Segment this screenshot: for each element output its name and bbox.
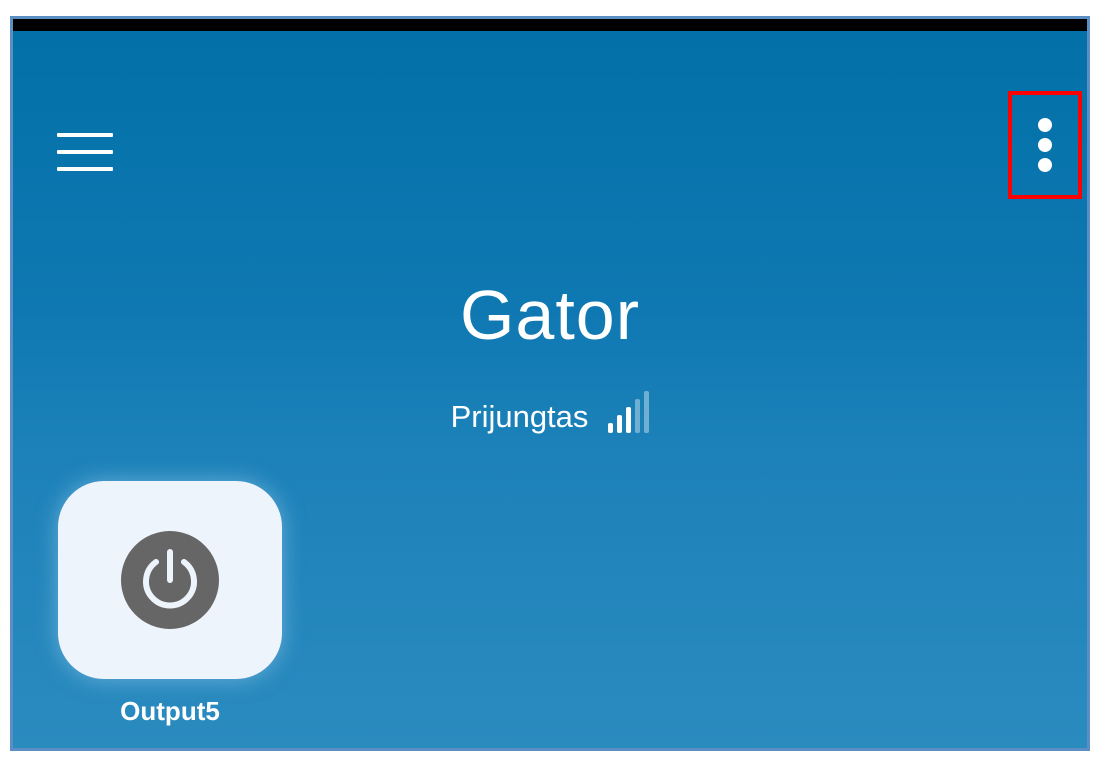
signal-strength-icon <box>608 391 650 437</box>
output-tile[interactable] <box>58 481 282 679</box>
menu-bar <box>57 167 113 171</box>
output-tile-label: Output5 <box>120 696 220 726</box>
menu-bar <box>57 133 113 137</box>
connection-status: Prijungtas <box>13 391 1087 437</box>
app-screen: Gator Prijungtas Output5 <box>10 16 1090 751</box>
hamburger-menu-icon[interactable] <box>55 129 115 175</box>
more-vertical-icon-dot <box>1038 118 1052 132</box>
more-vertical-icon-dot <box>1038 158 1052 172</box>
signal-bar <box>635 399 641 433</box>
signal-bar <box>626 407 632 433</box>
signal-bar <box>644 391 650 433</box>
menu-bar <box>57 150 113 154</box>
signal-bar <box>608 423 614 433</box>
more-options-button[interactable] <box>1008 91 1082 199</box>
device-name: Gator <box>459 276 641 354</box>
signal-bar <box>617 415 623 433</box>
connection-status-text: Prijungtas <box>450 399 589 434</box>
more-vertical-icon-dot <box>1038 138 1052 152</box>
power-icon <box>121 531 219 629</box>
top-strip <box>13 19 1087 31</box>
